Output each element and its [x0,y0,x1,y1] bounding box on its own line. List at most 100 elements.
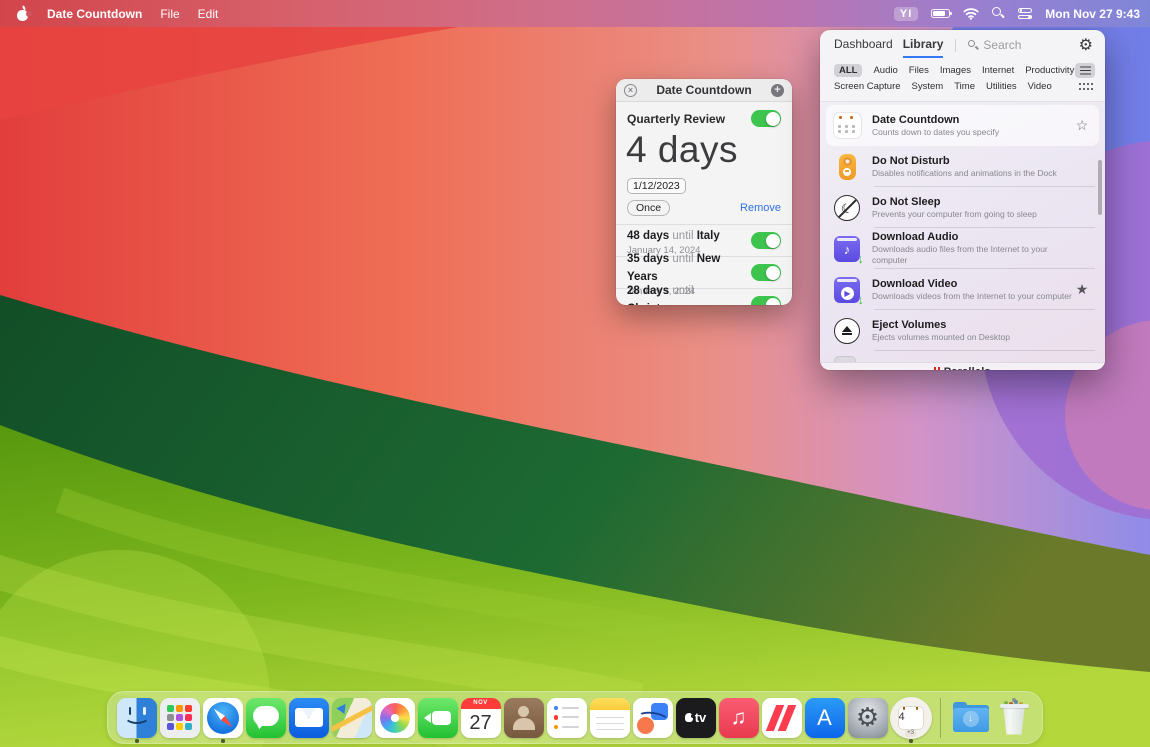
filter-all[interactable]: ALL [834,64,862,77]
grid-view-icon[interactable] [1078,82,1092,91]
favorite-star-icon[interactable] [1073,117,1091,135]
control-center-icon[interactable] [1018,8,1032,19]
running-indicator-date-countdown [909,739,913,743]
tool-row-do-not-disturb[interactable]: Do Not Disturb Disables notifications an… [826,146,1099,187]
favorite-star-icon[interactable] [1073,281,1091,299]
panel-header: Dashboard Library Search ⚙ [820,30,1105,58]
dock: NOV27 tv ♫ A ⚙ 4+3 ↓ [107,691,1043,744]
tool-name: Do Not Disturb [872,155,1073,167]
safari-dock-icon[interactable] [203,698,243,738]
date-countdown-dock-icon[interactable]: 4+3 [890,697,932,739]
trash-dock-icon[interactable] [994,698,1034,738]
audio-download-icon: ♪↓ [830,236,864,262]
calendar-icon [830,113,864,138]
tool-description: Ejects volumes mounted on Desktop [872,332,1073,343]
eject-icon [830,318,864,344]
tab-dashboard[interactable]: Dashboard [834,37,893,58]
tool-name: Eject Volumes [872,319,1073,331]
parallels-logo-text: Parallels [944,366,991,371]
date-countdown-window: × Date Countdown + Quarterly Review 4 da… [616,79,792,305]
menu-file[interactable]: File [160,7,179,21]
filter-system[interactable]: System [912,81,944,92]
list-view-icon[interactable] [1075,63,1095,78]
freeform-dock-icon[interactable] [633,698,673,738]
mail-dock-icon[interactable] [289,698,329,738]
tool-name: Download Audio [872,231,1073,243]
search-placeholder: Search [983,38,1021,52]
finder-dock-icon[interactable] [117,698,157,738]
filter-images[interactable]: Images [940,65,971,76]
featured-countdown: Quarterly Review 4 days 1/12/2023 Once R… [616,102,792,224]
filter-files[interactable]: Files [909,65,929,76]
menu-bar: Date Countdown File Edit YI Mon Nov 27 9… [0,0,1150,27]
apple-tv-dock-icon[interactable]: tv [676,698,716,738]
tool-description: Prevents your computer from going to sle… [872,209,1073,220]
music-dock-icon[interactable]: ♫ [719,698,759,738]
filter-productivity[interactable]: Productivity [1025,65,1074,76]
battery-icon[interactable] [931,9,950,18]
next-tool-peek [834,356,856,362]
notes-dock-icon[interactable] [590,698,630,738]
no-sleep-moon-icon: ☾ [830,195,864,221]
tool-name: Do Not Sleep [872,196,1073,208]
remove-link[interactable]: Remove [740,202,781,214]
apple-menu-icon[interactable] [16,6,29,21]
tool-row-download-video[interactable]: ▶↓ Download Video Downloads videos from … [826,269,1099,310]
filter-screen-capture[interactable]: Screen Capture [834,81,901,92]
filter-audio[interactable]: Audio [873,65,897,76]
scrollbar-thumb[interactable] [1098,160,1102,215]
repeat-dropdown[interactable]: Once [627,200,670,216]
downloads-dock-icon[interactable]: ↓ [951,698,991,738]
filter-internet[interactable]: Internet [982,65,1014,76]
tool-description: Downloads videos from the Internet to yo… [872,291,1073,302]
maps-dock-icon[interactable] [332,698,372,738]
tool-name: Date Countdown [872,114,1073,126]
close-icon[interactable]: × [624,84,637,97]
menu-app-name[interactable]: Date Countdown [47,7,142,21]
facetime-dock-icon[interactable] [418,698,458,738]
widget-titlebar: × Date Countdown + [616,79,792,102]
gear-icon[interactable]: ⚙ [1079,38,1093,54]
featured-toggle[interactable] [751,110,781,127]
photos-dock-icon[interactable] [375,698,415,738]
system-settings-dock-icon[interactable]: ⚙ [848,698,888,738]
tool-row-eject-volumes[interactable]: Eject Volumes Ejects volumes mounted on … [826,310,1099,351]
menu-clock[interactable]: Mon Nov 27 9:43 [1045,7,1140,21]
news-dock-icon[interactable] [762,698,802,738]
countdown-toggle[interactable] [751,296,781,305]
wifi-icon[interactable] [963,7,979,20]
tool-row-date-countdown[interactable]: Date Countdown Counts down to dates you … [826,105,1099,146]
menu-edit[interactable]: Edit [198,7,219,21]
running-indicator-safari [221,739,225,743]
reminders-dock-icon[interactable] [547,698,587,738]
tool-description: Counts down to dates you specify [872,127,1073,138]
countdown-row[interactable]: 28 days until Christmas December 25, 202… [616,289,792,305]
panel-footer: Parallels [820,362,1105,370]
filter-utilities[interactable]: Utilities [986,81,1017,92]
door-hanger-icon [830,154,864,180]
filter-time[interactable]: Time [954,81,975,92]
date-field[interactable]: 1/12/2023 [627,178,686,194]
widget-title: Date Countdown [637,83,771,97]
calendar-dock-icon[interactable]: NOV27 [461,698,501,738]
tool-list: Date Countdown Counts down to dates you … [820,102,1105,362]
divider [955,39,956,52]
tool-description: Downloads audio files from the Internet … [872,244,1073,265]
contacts-dock-icon[interactable] [504,698,544,738]
messages-dock-icon[interactable] [246,698,286,738]
app-store-dock-icon[interactable]: A [805,698,845,738]
tool-description: Disables notifications and animations in… [872,168,1073,179]
countdown-value: 4 days [626,131,781,170]
search-input[interactable]: Search [968,38,1068,52]
tool-row-do-not-sleep[interactable]: ☾ Do Not Sleep Prevents your computer fr… [826,187,1099,228]
countdown-toggle[interactable] [751,232,781,249]
tool-name: Download Video [872,278,1073,290]
tool-row-download-audio[interactable]: ♪↓ Download Audio Downloads audio files … [826,228,1099,269]
add-countdown-icon[interactable]: + [771,84,784,97]
spotlight-search-icon[interactable] [992,7,1005,20]
launchpad-dock-icon[interactable] [160,698,200,738]
parallels-toolbox-menu-icon[interactable]: YI [894,7,918,21]
tab-library[interactable]: Library [903,37,944,58]
filter-video[interactable]: Video [1028,81,1052,92]
countdown-toggle[interactable] [751,264,781,281]
